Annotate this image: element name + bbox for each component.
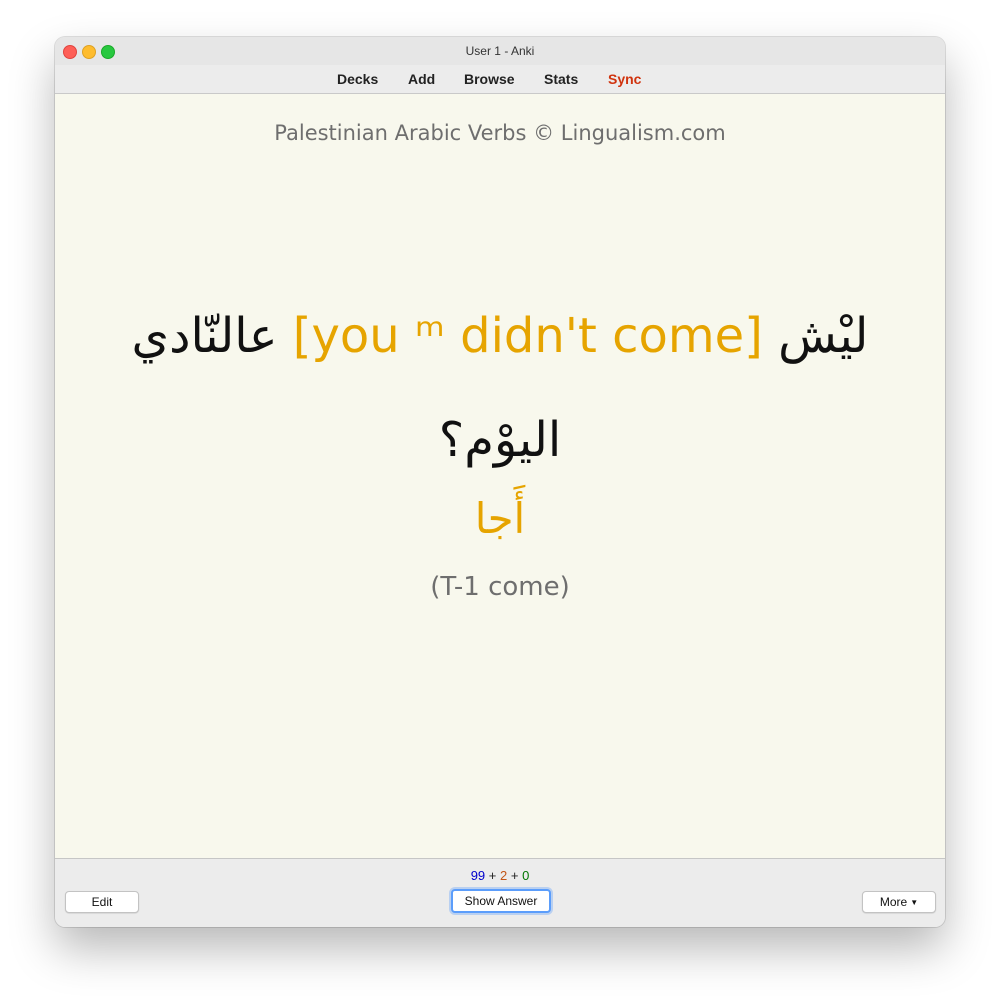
card-review-area: Palestinian Arabic Verbs © Lingualism.co… [55, 94, 945, 859]
verb-type-note: (T-1 come) [430, 572, 570, 602]
main-toolbar: Decks Add Browse Stats Sync [55, 65, 945, 94]
learning-count: 2 [500, 868, 508, 883]
new-count: 99 [470, 868, 486, 883]
sentence-word-laysh: ليْش [778, 308, 869, 364]
toolbar-decks[interactable]: Decks [337, 71, 378, 87]
answer-verb: أَجا [474, 494, 526, 543]
more-button[interactable]: More ▼ [862, 891, 936, 913]
review-count: 0 [522, 868, 530, 883]
toolbar-add[interactable]: Add [408, 71, 435, 87]
toolbar-stats[interactable]: Stats [544, 71, 578, 87]
review-bottom-bar: 99 + 2 + 0 Edit Show Answer More ▼ [55, 859, 945, 927]
toolbar-browse[interactable]: Browse [464, 71, 515, 87]
caret-down-icon: ▼ [910, 898, 919, 907]
deck-credit: Palestinian Arabic Verbs © Lingualism.co… [274, 121, 726, 145]
sentence-cloze-hint: [you ᵐ didn't come] [292, 308, 763, 364]
title-bar: User 1 - Anki [55, 37, 945, 65]
edit-button[interactable]: Edit [65, 891, 139, 913]
more-button-label: More [879, 895, 908, 909]
show-answer-button[interactable]: Show Answer [451, 889, 551, 913]
sentence-word-today: اليوْم؟ [438, 412, 562, 468]
toolbar-sync[interactable]: Sync [608, 71, 641, 87]
count-separator: + [488, 868, 497, 883]
sentence-word-club: عالنّادي [131, 308, 278, 364]
window-title: User 1 - Anki [465, 44, 535, 58]
question-sentence: ليْش [you ᵐ didn't come] عالنّادي اليوْم… [75, 284, 925, 492]
anki-window: User 1 - Anki Decks Add Browse Stats Syn… [55, 37, 945, 927]
due-counts: 99 + 2 + 0 [55, 868, 945, 883]
count-separator: + [510, 868, 519, 883]
